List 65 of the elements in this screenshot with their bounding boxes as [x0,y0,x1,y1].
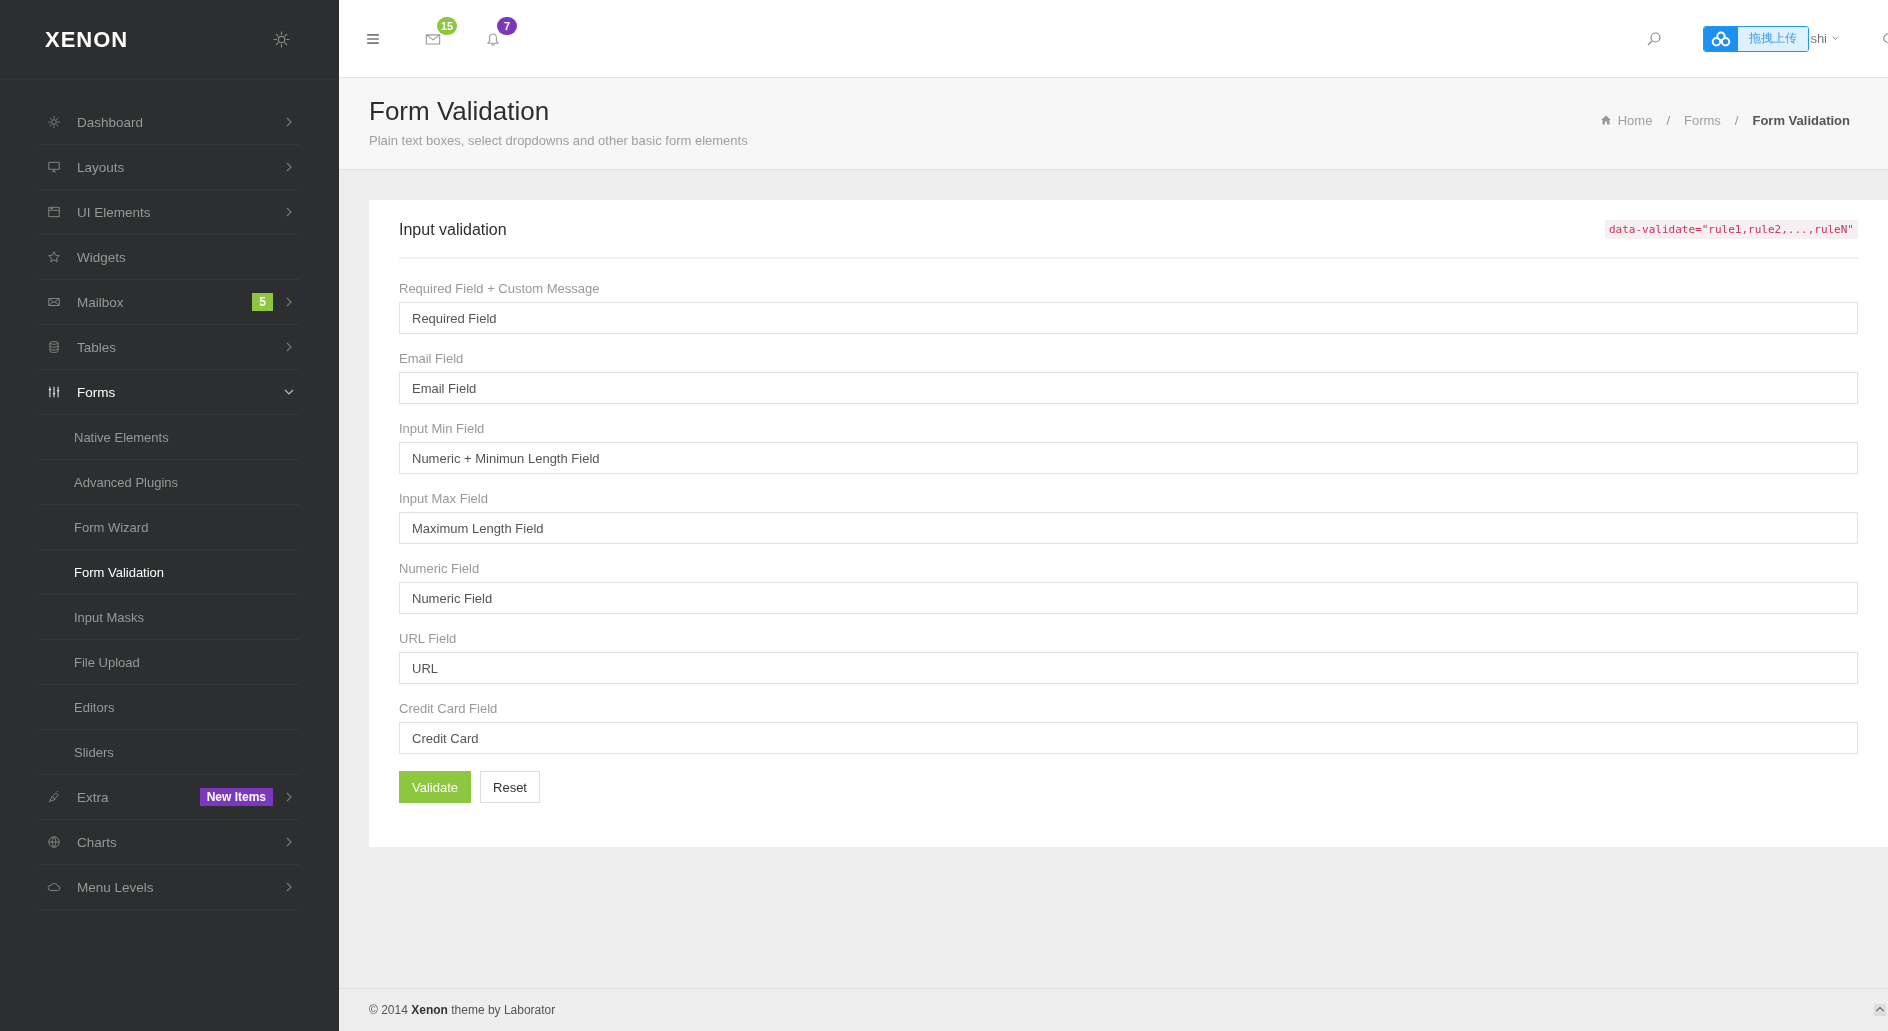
sidebar-subitem[interactable]: Form Wizard [38,505,299,550]
breadcrumb-link[interactable]: Forms [1684,112,1721,128]
input-field[interactable]: Credit Card [399,722,1858,754]
menu-item-icon [47,205,61,219]
sidebar-subitem[interactable]: Advanced Plugins [38,460,299,505]
menu-item-icon [47,385,61,399]
sidebar-subitem[interactable]: Sliders [38,730,299,775]
breadcrumb-link[interactable]: Form Validation [1752,112,1850,128]
input-field[interactable]: Required Field [399,302,1858,334]
sidebar-item[interactable]: Menu Levels [38,865,299,910]
search-icon[interactable] [1645,29,1664,48]
sidebar-item[interactable]: Layouts [38,145,299,190]
sidebar-item[interactable]: Forms [38,370,299,415]
field-label: Credit Card Field [399,701,499,716]
menu-item-icon [47,160,61,174]
breadcrumb-separator: / [1666,112,1670,128]
field-label: Input Min Field [399,421,486,436]
menu-item-icon [47,340,61,354]
menu-item-icon [47,880,61,894]
sidebar-subitem[interactable]: Native Elements [38,415,299,460]
page-subtitle: Plain text boxes, select dropdowns and other basic form elements [369,133,748,148]
user-menu[interactable]: shi [1810,31,1840,46]
sidebar-subitem[interactable]: Input Masks [38,595,299,640]
input-field[interactable]: Numeric + Minimun Length Field [399,442,1858,474]
field-label: Input Max Field [399,491,489,506]
logo[interactable]: XENON [45,26,129,53]
sidebar-item[interactable]: Dashboard [38,100,299,145]
cloud-icon [1704,26,1739,51]
sidebar-item[interactable]: Charts [38,820,299,865]
message-count-badge: 15 [437,16,457,35]
breadcrumb-link[interactable]: Home [1617,112,1653,128]
notification-count-badge: 7 [497,16,517,35]
input-field[interactable]: Numeric Field [399,582,1858,614]
reset-button[interactable]: Reset [480,771,540,803]
code-snippet: data-validate="rule1,rule2,...,ruleN" [1604,220,1858,239]
footer-text: © 2014 Xenon theme by Laborator [369,1003,556,1017]
menu-item-icon [47,115,61,129]
breadcrumb-separator: / [1734,112,1739,128]
menu-item-icon [47,790,61,804]
sidebar-item[interactable]: UI Elements [38,190,299,235]
field-label: Email Field [399,351,465,366]
field-label: URL Field [399,631,458,646]
input-field[interactable]: URL [399,652,1858,684]
sidebar-item[interactable]: Widgets [38,235,299,280]
panel-title: Input validation [399,220,507,239]
input-field[interactable]: Email Field [399,372,1858,404]
page-title: Form Validation [369,96,551,127]
home-icon [1599,114,1612,126]
menu-item-icon [47,835,61,849]
chevron-down-icon [1831,34,1840,43]
sidebar-subitem[interactable]: Form Validation [38,550,299,595]
field-label: Numeric Field [399,561,481,576]
scroll-top-icon[interactable] [1874,1004,1886,1016]
menu-item-icon [47,250,61,264]
menu-item-icon [47,295,61,309]
field-label: Required Field + Custom Message [399,281,601,296]
sidebar-item[interactable]: Tables [38,325,299,370]
menu-badge: New Items [199,788,273,806]
upload-widget[interactable]: 拖拽上传 [1703,25,1810,52]
input-field[interactable]: Maximum Length Field [399,512,1858,544]
sidebar-subitem[interactable]: File Upload [38,640,299,685]
sidebar-subitem[interactable]: Editors [38,685,299,730]
sidebar-item[interactable]: Extra New Items [38,775,299,820]
sidebar-item[interactable]: Mailbox 5 [38,280,299,325]
menu-badge: 5 [252,293,273,311]
